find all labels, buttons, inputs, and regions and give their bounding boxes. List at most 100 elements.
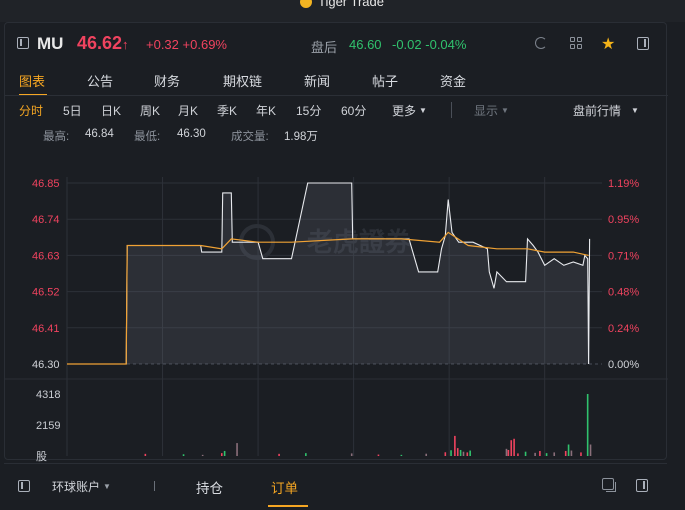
volume-bar [201,454,204,456]
tab-news[interactable]: 新闻 [304,71,330,90]
active-tab-indicator [268,505,308,507]
price-change: +0.32 +0.69% [146,37,227,52]
volume-bar [570,450,573,456]
y-tick-label: 46.63 [32,250,60,262]
volume-bar [517,453,519,456]
tab-announcements[interactable]: 公告 [87,71,113,90]
tab-posts[interactable]: 帖子 [372,71,398,90]
volume-bar [456,448,459,456]
volume-bar [220,453,223,456]
volume-bar [144,453,147,456]
after-hours-label: 盘后 [311,40,338,55]
volume-bar [236,443,238,456]
display-dropdown[interactable]: 显示 ▼ [474,102,509,119]
period-intraday[interactable]: 分时 [19,102,43,119]
price-area [67,183,590,364]
more-periods-dropdown[interactable]: 更多 ▼ [392,102,427,119]
grid-icon[interactable] [570,37,583,50]
volume-bar [450,450,452,456]
period-quarterly-k[interactable]: 季K [217,102,237,119]
tab-positions[interactable]: 持仓 [196,477,223,497]
volume-label: 成交量: [231,131,269,143]
period-15min[interactable]: 15分 [296,102,321,119]
period-selector: 分时 5日 日K 周K 月K 季K 年K 15分 60分 更多 ▼ 显示 ▼ 盘前行… [5,102,668,120]
volume-bar [444,452,447,456]
volume-bar [564,450,567,456]
volume-bar [505,448,508,456]
up-arrow-icon: ↑ [122,37,129,52]
volume-bar [278,453,280,456]
y-tick-label: 46.41 [32,323,60,335]
last-price: 46.62↑ [77,33,129,54]
volume-bar [510,440,513,456]
copy-icon[interactable] [602,478,616,492]
volume-bar [539,450,541,456]
volume-bar [507,449,510,456]
stats-bar: 最高: 46.84 最低: 46.30 成交量: 1.98万 [5,128,668,144]
period-5d[interactable]: 5日 [63,102,82,119]
y-tick-label: 46.52 [32,287,60,299]
account-label: 环球账户 [52,480,101,494]
caret-down-icon: ▼ [419,106,427,115]
sidebar-toggle-icon[interactable] [18,480,30,492]
volume-bar [567,444,570,456]
y-pct-tick-label: 0.00% [608,359,639,371]
y-tick-label: 46.30 [32,359,60,371]
account-selector[interactable]: 环球账户 ▼ [52,478,111,495]
volume-bar [182,454,185,456]
favorite-star-icon[interactable]: ★ [601,34,615,54]
tab-financials[interactable]: 财务 [154,71,180,90]
y-pct-tick-label: 0.24% [608,323,639,335]
panel-toggle-icon[interactable] [636,479,648,492]
volume-bar [466,452,469,456]
bottom-bar: 环球账户 ▼ 持仓 订单 [4,463,667,507]
period-weekly-k[interactable]: 周K [140,102,160,119]
y-tick-label: 46.85 [32,178,60,190]
volume-bar [377,454,380,456]
y-pct-tick-label: 0.48% [608,287,639,299]
after-hours-change-value: -0.02 [392,37,422,52]
session-label: 盘前行情 [573,104,622,118]
y-tick-label: 46.74 [32,214,60,226]
sidebar-toggle-icon[interactable] [17,37,29,49]
volume-bar [589,444,592,456]
period-yearly-k[interactable]: 年K [256,102,276,119]
session-dropdown[interactable]: 盘前行情 ▼ [573,102,639,119]
after-hours-price: 46.60 [349,37,382,52]
ticker-symbol: MU [37,34,64,53]
more-periods-label: 更多 [392,104,417,118]
detail-tabs: 图表 公告 财务 期权链 新闻 帖子 资金 [5,71,668,96]
volume-bar [350,453,353,456]
tab-chart[interactable]: 图表 [19,71,45,90]
volume-tick-label: 股 [36,450,47,463]
quote-header: MU 46.62↑ +0.32 +0.69% 盘后 46.60 -0.02 -0… [5,33,668,55]
after-hours-change-pct: -0.04% [425,37,467,52]
y-pct-tick-label: 0.95% [608,214,639,226]
volume-bar [305,453,307,456]
tab-capital-flow[interactable]: 资金 [440,71,466,90]
divider [154,481,155,491]
period-monthly-k[interactable]: 月K [178,102,198,119]
panel-toggle-icon[interactable] [637,37,649,50]
divider [5,95,668,96]
tab-options-chain[interactable]: 期权链 [223,71,262,90]
intraday-chart[interactable]: 老虎證券46.8546.7446.6346.5246.4146.301.19%0… [5,145,668,481]
volume-bar [553,452,556,456]
refresh-icon[interactable] [535,37,547,49]
volume-bar [513,438,515,456]
quote-panel: MU 46.62↑ +0.32 +0.69% 盘后 46.60 -0.02 -0… [4,22,668,478]
tab-orders[interactable]: 订单 [271,477,298,497]
volume-bar [454,435,456,456]
volume-bar [580,452,582,456]
volume-bar [545,453,548,456]
display-label: 显示 [474,104,499,118]
period-daily-k[interactable]: 日K [101,102,121,119]
caret-down-icon: ▼ [501,106,509,115]
period-60min[interactable]: 60分 [341,102,366,119]
volume-tick-label: 2159 [36,420,60,432]
caret-down-icon: ▼ [103,482,111,491]
low-value: 46.30 [177,128,206,140]
price-change-pct: +0.69% [182,37,227,52]
divider [451,102,452,118]
volume-bar [586,394,589,456]
